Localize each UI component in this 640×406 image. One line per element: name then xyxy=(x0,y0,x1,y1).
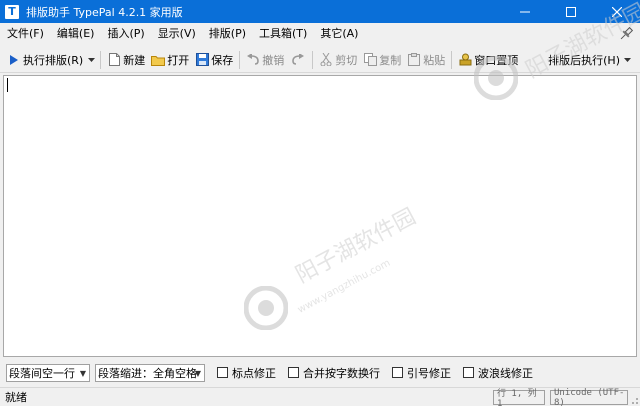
pin-icon xyxy=(620,26,634,40)
menu-other[interactable]: 其它(A) xyxy=(313,23,364,45)
checkbox-box[interactable] xyxy=(463,367,474,378)
close-icon xyxy=(612,6,622,17)
menu-file[interactable]: 文件(F) xyxy=(0,23,50,45)
merge-by-length-checkbox[interactable]: 合并按字数换行 xyxy=(288,365,380,381)
typeset-button[interactable]: 执行排版(R) xyxy=(4,49,86,71)
new-file-icon xyxy=(107,53,121,67)
chevron-down-icon: ▼ xyxy=(79,368,86,378)
menu-typeset[interactable]: 排版(P) xyxy=(202,23,252,45)
status-text: 就绪 xyxy=(5,391,27,404)
save-button[interactable]: 保存 xyxy=(192,49,236,71)
pin-button[interactable] xyxy=(618,26,634,42)
menu-edit[interactable]: 编辑(E) xyxy=(50,23,101,45)
copy-label: 复制 xyxy=(379,53,402,67)
paragraph-indent-select[interactable]: 段落缩进：全角空格 ▼ xyxy=(95,363,205,382)
pin-window-button[interactable]: 窗口置顶 xyxy=(455,49,521,71)
checkbox-box[interactable] xyxy=(288,367,299,378)
copy-icon xyxy=(363,53,377,67)
checkbox-box[interactable] xyxy=(392,367,403,378)
menu-bar: 文件(F) 编辑(E) 插入(P) 显示(V) 排版(P) 工具箱(T) 其它(… xyxy=(0,23,640,45)
pin-window-label: 窗口置顶 xyxy=(474,53,519,67)
title-bar: T 排版助手 TypePal 4.2.1 家用版 xyxy=(0,0,640,23)
scissors-icon xyxy=(319,53,333,67)
options-bar: 段落间空一行 ▼ 段落缩进：全角空格 ▼ 标点修正 合并按字数换行 引号修正 波… xyxy=(0,360,640,385)
encoding-indicator: Unicode (UTF-8) xyxy=(550,388,628,406)
folder-icon xyxy=(151,53,166,67)
checkbox-label: 合并按字数换行 xyxy=(303,366,380,380)
copy-button[interactable]: 复制 xyxy=(360,49,404,71)
toolbar-separator xyxy=(312,50,314,69)
resize-grip-icon[interactable] xyxy=(629,395,639,405)
open-button[interactable]: 打开 xyxy=(148,49,192,71)
paragraph-spacing-select[interactable]: 段落间空一行 ▼ xyxy=(6,363,90,382)
redo-button[interactable] xyxy=(287,49,309,71)
toolbar: 执行排版(R) 新建 打开 保存 撤销 剪切 复制 粘贴 窗口置顶 排版后执行(… xyxy=(0,47,640,73)
checkbox-label: 波浪线修正 xyxy=(478,366,533,380)
menu-toolbox[interactable]: 工具箱(T) xyxy=(252,23,313,45)
status-bar: 就绪 行 1, 列 1 Unicode (UTF-8) xyxy=(0,387,640,406)
maximize-icon xyxy=(566,6,576,17)
paragraph-spacing-value: 段落间空一行 xyxy=(9,366,75,380)
paragraph-indent-value: 段落缩进：全角空格 xyxy=(98,366,197,380)
cut-label: 剪切 xyxy=(335,53,358,67)
minimize-button[interactable] xyxy=(502,0,548,23)
close-button[interactable] xyxy=(594,0,640,23)
save-label: 保存 xyxy=(211,53,234,67)
menu-insert[interactable]: 插入(P) xyxy=(100,23,150,45)
toolbar-separator xyxy=(451,50,453,69)
text-caret xyxy=(7,78,8,92)
play-icon xyxy=(7,53,21,67)
cut-button[interactable]: 剪切 xyxy=(316,49,360,71)
tilde-fix-checkbox[interactable]: 波浪线修正 xyxy=(463,365,533,381)
watermark-text: 阳子湖软件园 xyxy=(291,204,421,289)
cursor-position: 行 1, 列 1 xyxy=(493,389,545,406)
dropdown-arrow-icon xyxy=(624,58,631,62)
typeset-label: 执行排版(R) xyxy=(23,53,84,67)
after-typeset-button[interactable]: 排版后执行(H) xyxy=(545,49,634,71)
maximize-button[interactable] xyxy=(548,0,594,23)
checkbox-box[interactable] xyxy=(217,367,228,378)
watermark-logo-icon xyxy=(243,285,289,333)
undo-button[interactable]: 撤销 xyxy=(243,49,287,71)
minimize-icon xyxy=(520,11,530,12)
typeset-dropdown[interactable] xyxy=(86,49,97,71)
chevron-down-icon: ▼ xyxy=(194,368,201,378)
undo-icon xyxy=(246,53,260,67)
after-typeset-label: 排版后执行(H) xyxy=(548,54,620,67)
app-icon: T xyxy=(5,4,19,19)
checkbox-label: 引号修正 xyxy=(407,366,451,380)
save-disk-icon xyxy=(195,53,209,67)
window-title: 排版助手 TypePal 4.2.1 家用版 xyxy=(26,5,183,19)
dropdown-arrow-icon xyxy=(88,57,96,62)
watermark-url: www.yangzhihu.com xyxy=(296,257,393,316)
menu-view[interactable]: 显示(V) xyxy=(151,23,202,45)
quote-fix-checkbox[interactable]: 引号修正 xyxy=(392,365,451,381)
open-label: 打开 xyxy=(167,53,190,67)
new-button[interactable]: 新建 xyxy=(104,49,148,71)
paste-icon xyxy=(407,53,421,67)
redo-icon xyxy=(290,53,304,67)
toolbar-separator xyxy=(239,50,241,69)
paste-button[interactable]: 粘贴 xyxy=(404,49,448,71)
punctuation-fix-checkbox[interactable]: 标点修正 xyxy=(217,365,276,381)
toolbar-separator xyxy=(100,50,102,69)
undo-label: 撤销 xyxy=(262,53,285,67)
paste-label: 粘贴 xyxy=(423,53,446,67)
pin-window-icon xyxy=(458,53,472,67)
checkbox-label: 标点修正 xyxy=(232,366,276,380)
editor-textarea[interactable]: 阳子湖软件园 www.yangzhihu.com 阳子湖软件园 xyxy=(3,0,640,357)
new-label: 新建 xyxy=(123,53,146,67)
